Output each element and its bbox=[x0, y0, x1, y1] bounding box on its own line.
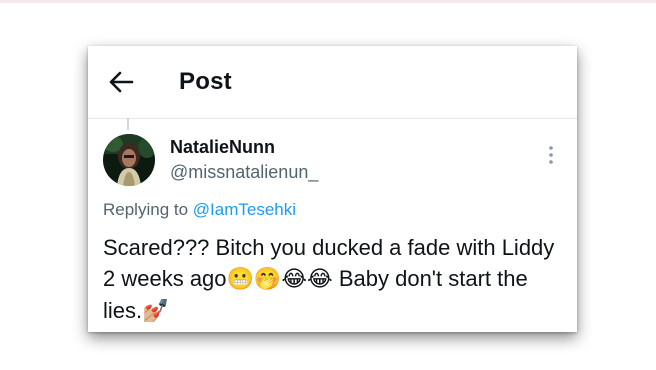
nail-polish-emoji: 💅🏼 bbox=[142, 299, 170, 324]
top-edge-strip bbox=[0, 0, 656, 3]
avatar[interactable] bbox=[103, 134, 155, 186]
avatar-image bbox=[103, 134, 155, 186]
tweet-text: Scared??? Bitch you ducked a fade with L… bbox=[103, 232, 563, 327]
display-name[interactable]: NatalieNunn bbox=[170, 137, 275, 158]
page-title: Post bbox=[179, 68, 232, 95]
replying-to-line: Replying to @IamTesehki bbox=[103, 200, 296, 220]
replying-to-mention-link[interactable]: @IamTesehki bbox=[193, 200, 296, 219]
post-card: Post NatalieNunn @missnatalienun_ Replyi… bbox=[88, 46, 577, 332]
back-button[interactable] bbox=[108, 70, 134, 94]
more-options-button[interactable] bbox=[543, 144, 559, 166]
arrow-left-icon bbox=[109, 71, 134, 93]
emoji-group-1: 😬🤭😂😂 bbox=[226, 267, 333, 292]
post-header: Post bbox=[88, 46, 577, 119]
thread-connector-line bbox=[127, 118, 129, 130]
replying-to-label: Replying to bbox=[103, 200, 189, 219]
more-vertical-icon bbox=[549, 146, 553, 164]
user-handle[interactable]: @missnatalienun_ bbox=[170, 162, 318, 183]
